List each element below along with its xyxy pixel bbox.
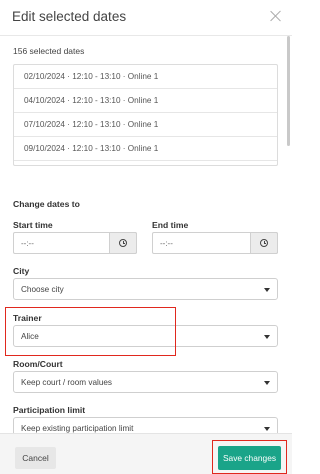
- list-item: 02/10/2024 · 12:10 - 13:10 · Online 1: [14, 65, 277, 89]
- trainer-label: Trainer: [13, 313, 42, 323]
- scrollbar[interactable]: [287, 36, 290, 146]
- city-select[interactable]: Choose city: [13, 278, 278, 300]
- end-time-value: --:--: [160, 239, 173, 248]
- start-time-value: --:--: [21, 239, 34, 248]
- chevron-down-icon: [264, 381, 270, 385]
- edit-dates-modal: Edit selected dates 156 selected dates 0…: [0, 0, 292, 474]
- modal-title: Edit selected dates: [12, 9, 127, 24]
- city-label: City: [13, 266, 30, 276]
- chevron-down-icon: [264, 288, 270, 292]
- close-icon[interactable]: [270, 10, 282, 22]
- trainer-select[interactable]: Alice: [13, 325, 278, 347]
- room-label: Room/Court: [13, 359, 63, 369]
- selected-dates-list[interactable]: 02/10/2024 · 12:10 - 13:10 · Online 1 04…: [13, 64, 278, 166]
- participation-value: Keep existing participation limit: [21, 424, 134, 433]
- list-item: 09/10/2024 · 12:10 - 13:10 · Online 1: [14, 137, 277, 161]
- clock-icon: [260, 239, 268, 247]
- save-changes-button[interactable]: Save changes: [218, 446, 281, 470]
- room-value: Keep court / room values: [21, 378, 113, 387]
- participation-label: Participation limit: [13, 405, 86, 415]
- end-time-input[interactable]: --:--: [152, 232, 278, 254]
- end-time-label: End time: [152, 220, 189, 230]
- list-item: 07/10/2024 · 12:10 - 13:10 · Online 1: [14, 113, 277, 137]
- clock-icon: [119, 239, 127, 247]
- modal-header: Edit selected dates: [0, 0, 292, 36]
- start-time-input[interactable]: --:--: [13, 232, 137, 254]
- chevron-down-icon: [264, 427, 270, 431]
- start-time-button[interactable]: [109, 232, 137, 254]
- change-dates-heading: Change dates to: [13, 199, 80, 209]
- room-select[interactable]: Keep court / room values: [13, 371, 278, 393]
- list-item: 04/10/2024 · 12:10 - 13:10 · Online 1: [14, 89, 277, 113]
- start-time-label: Start time: [13, 220, 53, 230]
- chevron-down-icon: [264, 335, 270, 339]
- city-value: Choose city: [21, 285, 64, 294]
- selected-count: 156 selected dates: [13, 46, 85, 56]
- cancel-button[interactable]: Cancel: [15, 447, 56, 469]
- end-time-button[interactable]: [250, 232, 278, 254]
- trainer-value: Alice: [21, 332, 39, 341]
